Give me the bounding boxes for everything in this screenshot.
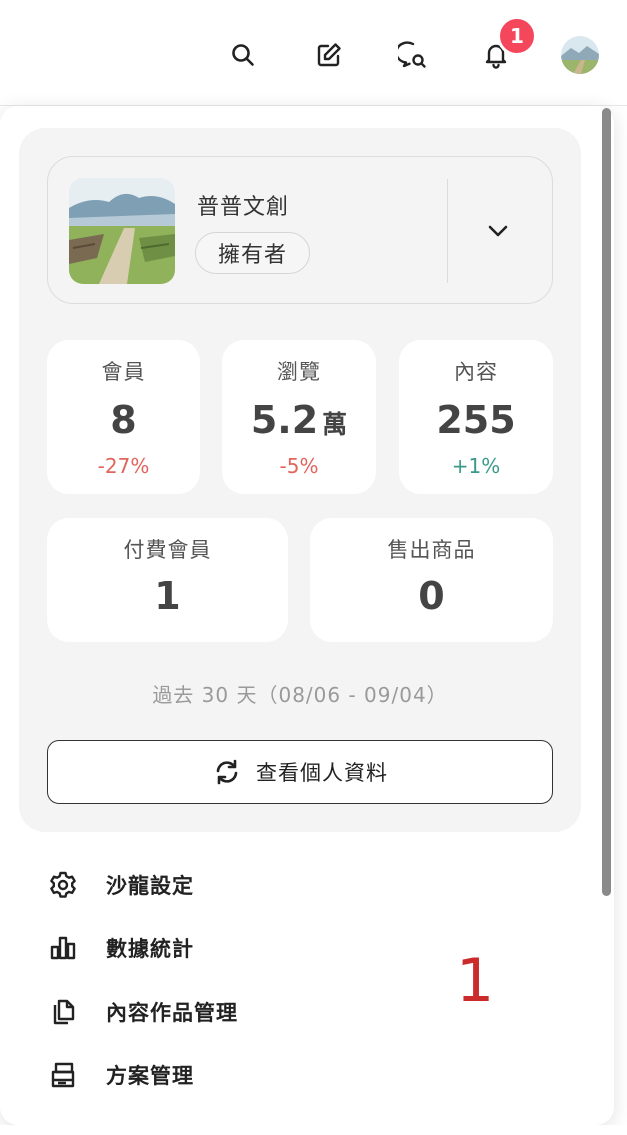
account-switch-toggle[interactable] [476,215,520,247]
plan-icon [51,1062,75,1088]
account-name: 普普文創 [197,195,290,220]
card-divider [447,179,448,283]
stat-value: 255 [436,398,516,442]
stat-card-members[interactable]: 會員 8 -27% [47,340,200,494]
panel-scrollbar-thumb[interactable] [602,108,611,896]
stat-label: 會員 [101,360,146,384]
account-summary: 普普文創 擁有者 會員 8 -27% 瀏覽 5.2 萬 -5% 內容 255 +1… [19,128,581,832]
user-avatar[interactable] [561,36,599,74]
stat-label: 瀏覽 [277,360,321,384]
menu-item-label: 數據統計 [106,937,194,961]
chat-search-icon [398,41,426,68]
stat-label: 付費會員 [123,538,212,562]
documents-icon [53,999,75,1025]
chat-search-button[interactable] [391,33,435,77]
refresh-icon [216,759,238,785]
bar-chart-icon [50,936,76,960]
stat-delta: +1% [451,454,501,478]
chevron-down-icon [488,225,508,237]
stat-value: 1 [154,574,181,618]
view-profile-button[interactable]: 查看個人資料 [47,740,553,804]
stat-value: 5.2 萬 [222,398,376,442]
stat-card-views[interactable]: 瀏覽 5.2 萬 -5% [222,340,376,494]
stat-unit: 萬 [322,410,348,439]
account-cover-image [69,178,175,284]
gear-icon [50,871,76,898]
menu-item-salon-settings[interactable]: 沙龍設定 [48,862,548,908]
search-icon [232,44,254,66]
menu-item-plan-management[interactable]: 方案管理 [48,1052,548,1098]
stat-delta: -27% [97,454,150,478]
menu-item-label: 內容作品管理 [106,1001,238,1025]
red-annotation-number: 1 [456,946,495,1016]
page-bottom-edge [0,1125,627,1135]
view-profile-label: 查看個人資料 [256,761,388,785]
stat-card-content[interactable]: 內容 255 +1% [399,340,553,494]
stat-label: 售出商品 [387,538,476,562]
stat-number: 5.2 [250,398,319,442]
stats-period: 過去 30 天（08/06 - 09/04） [152,683,448,707]
edit-icon [317,43,341,67]
menu-item-label: 方案管理 [106,1064,194,1088]
account-role-badge: 擁有者 [195,232,311,274]
stat-card-products-sold[interactable]: 售出商品 0 [310,518,553,642]
account-switcher-card: 普普文創 擁有者 [47,156,553,304]
search-button[interactable] [221,33,265,77]
notification-badge: 1 [497,16,537,56]
stat-delta: -5% [279,454,319,478]
stat-label: 內容 [454,360,498,384]
stat-value: 0 [418,574,445,618]
menu-item-label: 沙龍設定 [106,874,194,898]
stat-card-paid-members[interactable]: 付費會員 1 [47,518,288,642]
account-dropdown-panel: 普普文創 擁有者 會員 8 -27% 瀏覽 5.2 萬 -5% 內容 255 +1… [0,106,614,1125]
stat-value: 8 [110,398,137,442]
top-navigation-bar: 1 [0,0,627,106]
write-button[interactable] [307,33,351,77]
